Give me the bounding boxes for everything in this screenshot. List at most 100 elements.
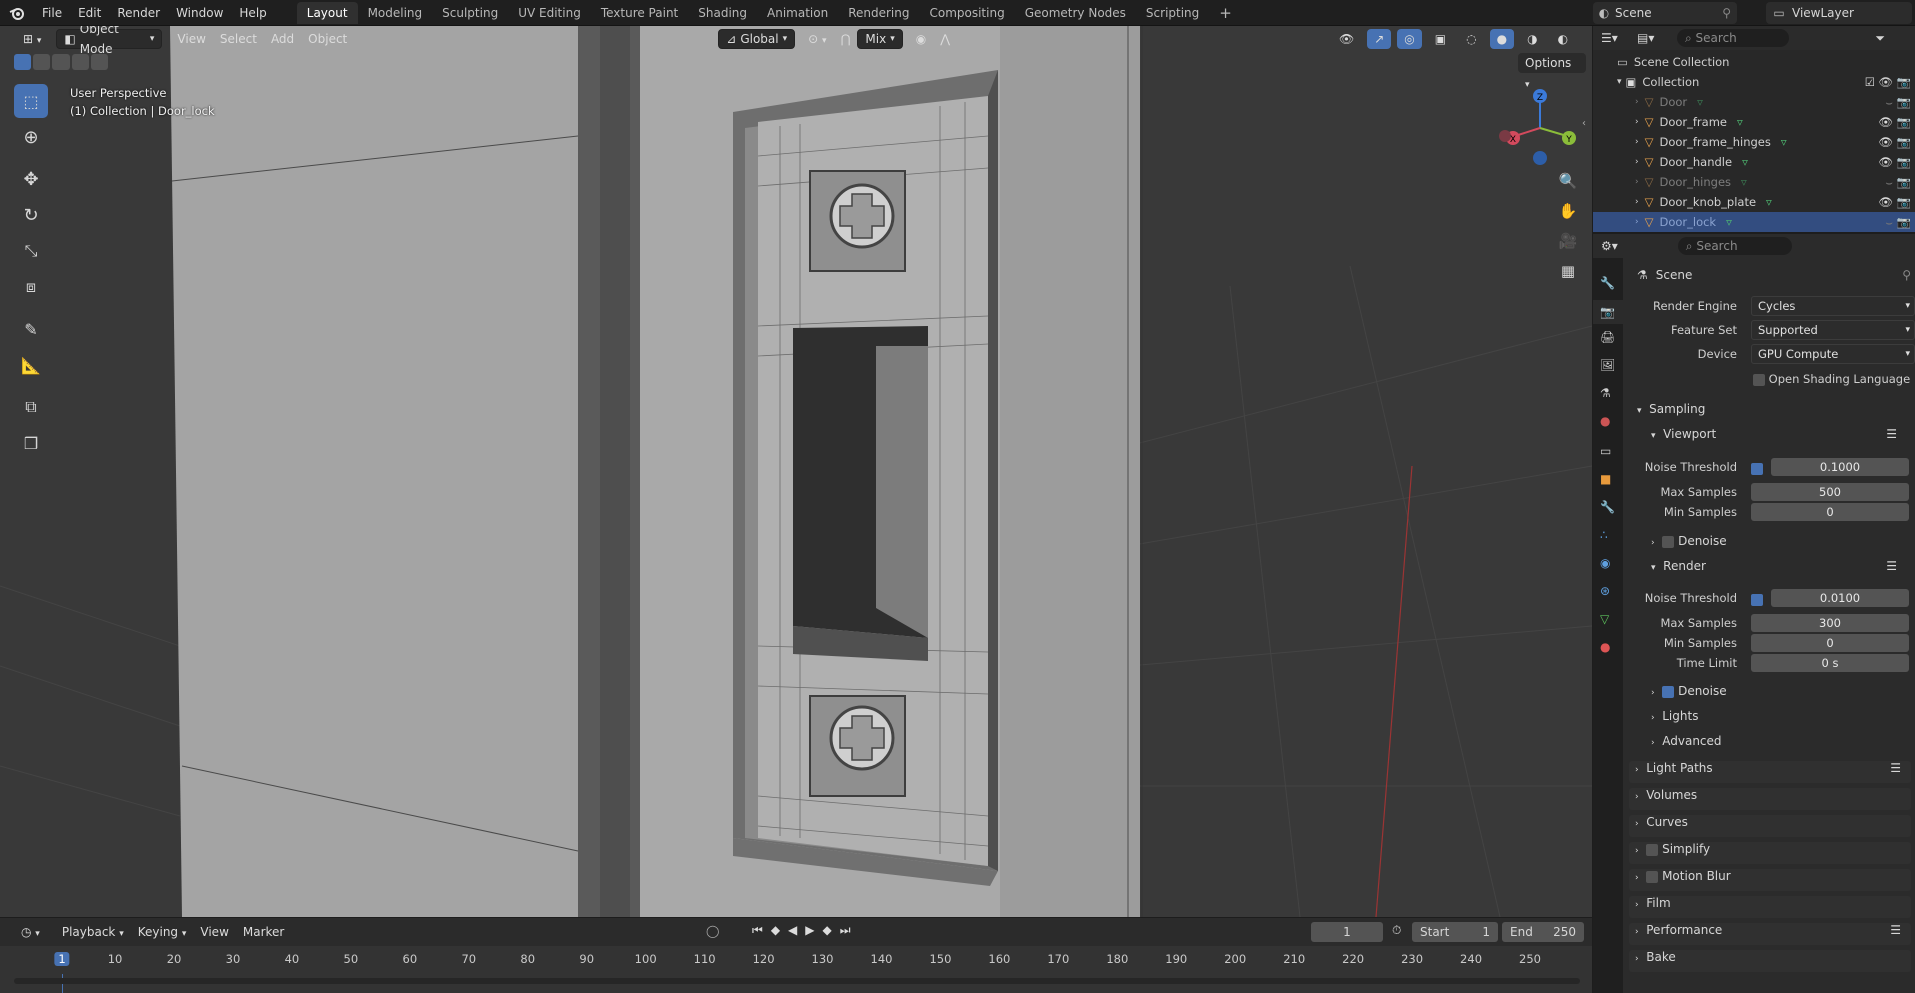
pin-icon[interactable]: ⚲	[1902, 268, 1911, 282]
timeline-editor-icon[interactable]: ◷ ▾	[14, 922, 47, 942]
render-engine-dropdown[interactable]: Cycles ▾	[1751, 296, 1915, 316]
tab-shading[interactable]: Shading	[688, 2, 757, 24]
tab-scripting[interactable]: Scripting	[1136, 2, 1209, 24]
advanced-subsection[interactable]: › Advanced	[1651, 734, 1907, 756]
eye-icon[interactable]: 👁	[1878, 135, 1893, 149]
jump-start-icon[interactable]: ⏮	[752, 923, 763, 938]
display-mode-icon[interactable]: ▤▾	[1637, 31, 1663, 45]
pan-button[interactable]: ✋	[1555, 198, 1581, 224]
expand-icon[interactable]: ›	[1635, 177, 1639, 187]
eye-closed-icon[interactable]: ⌣	[1885, 95, 1893, 110]
volumes-section[interactable]: › Volumes	[1629, 788, 1911, 810]
prev-keyframe-icon[interactable]: ◆	[771, 923, 780, 938]
render-subsection[interactable]: ▾ Render ☰	[1651, 559, 1907, 581]
play-reverse-icon[interactable]: ◀	[788, 923, 797, 938]
lights-subsection[interactable]: › Lights	[1651, 709, 1907, 731]
tab-compositing[interactable]: Compositing	[919, 2, 1014, 24]
simplify-section[interactable]: › Simplify	[1629, 842, 1911, 864]
tab-uv-editing[interactable]: UV Editing	[508, 2, 591, 24]
add-object-tool[interactable]: ❒	[14, 426, 48, 460]
select-intersect-icon[interactable]	[90, 54, 109, 70]
viewport-scene[interactable]	[0, 26, 1592, 917]
material-shading-button[interactable]: ◑	[1520, 29, 1544, 49]
tab-modeling[interactable]: Modeling	[358, 2, 433, 24]
vp-noise-threshold-checkbox[interactable]	[1751, 461, 1763, 475]
expand-icon[interactable]: ›	[1635, 97, 1639, 107]
camera-render-icon[interactable]: 📷	[1897, 175, 1911, 189]
camera-render-icon[interactable]: 📷	[1897, 115, 1911, 129]
bake-section[interactable]: › Bake	[1629, 950, 1911, 972]
menu-render[interactable]: Render	[109, 0, 168, 26]
ortho-toggle-button[interactable]: ▦	[1555, 258, 1581, 284]
camera-render-icon[interactable]: 📷	[1897, 95, 1911, 109]
wireframe-shading-button[interactable]: ◌	[1459, 29, 1483, 49]
eye-icon[interactable]: 👁	[1878, 115, 1893, 129]
end-frame-field[interactable]: End 250	[1502, 922, 1584, 942]
menu-select[interactable]: Select	[213, 29, 264, 49]
mode-dropdown[interactable]: ◧ Object Mode ▾	[56, 26, 163, 56]
menu-object[interactable]: Object	[301, 29, 354, 49]
light-paths-section[interactable]: › Light Paths ☰	[1629, 761, 1911, 783]
camera-view-button[interactable]: 🎥	[1555, 228, 1581, 254]
gizmo-toggle[interactable]: ↗	[1367, 29, 1392, 49]
add-workspace-button[interactable]: +	[1209, 2, 1242, 24]
film-section[interactable]: › Film	[1629, 896, 1911, 918]
viewport-subsection[interactable]: ▾ Viewport ☰	[1651, 427, 1907, 449]
eye-icon[interactable]: 👁	[1878, 75, 1893, 89]
next-keyframe-icon[interactable]: ◆	[823, 923, 832, 938]
tab-geometry-nodes[interactable]: Geometry Nodes	[1015, 2, 1136, 24]
pin-icon[interactable]: ⚲	[1722, 6, 1731, 20]
camera-render-icon[interactable]: 📷	[1897, 75, 1911, 89]
presets-icon[interactable]: ☰	[1886, 559, 1897, 573]
transform-tool[interactable]: ⧈	[14, 270, 48, 304]
outliner-item-door-knob-plate[interactable]: › ▽ Door_knob_plate ▿ 👁 📷	[1593, 192, 1915, 212]
select-invert-icon[interactable]	[71, 54, 89, 70]
menu-help[interactable]: Help	[231, 0, 274, 26]
eye-closed-icon[interactable]: ⌣	[1885, 175, 1893, 190]
solid-shading-button[interactable]: ●	[1489, 29, 1515, 49]
outliner-item-door-handle[interactable]: › ▽ Door_handle ▿ 👁 📷	[1593, 152, 1915, 172]
editor-type-button[interactable]: ⊞ ▾	[16, 29, 48, 49]
time-limit-field[interactable]: 0 s	[1751, 654, 1909, 672]
menu-file[interactable]: File	[34, 0, 70, 26]
cursor-tool[interactable]: ⊕	[14, 120, 48, 154]
menu-playback[interactable]: Playback ▾	[55, 922, 131, 942]
select-box-tool[interactable]: ⬚	[14, 84, 48, 118]
scene-selector[interactable]: ◐ Scene ⚲	[1593, 2, 1737, 24]
auto-keying-icon[interactable]: ◯	[706, 924, 719, 938]
tab-rendering[interactable]: Rendering	[838, 2, 919, 24]
blender-logo-icon[interactable]	[0, 0, 34, 26]
eye-icon[interactable]: 👁	[1878, 195, 1893, 209]
tab-layout[interactable]: Layout	[296, 1, 358, 24]
outliner-item-door-hinges[interactable]: › ▽ Door_hinges ▿ ⌣ 📷	[1593, 172, 1915, 192]
rotate-tool[interactable]: ↻	[14, 198, 48, 232]
r-min-samples-field[interactable]: 0	[1751, 634, 1909, 652]
timeline-track[interactable]: 1 10 20 30 40 50 60 70 80 90 100 110 120 130 140 150 160…	[0, 946, 1592, 993]
transform-orientation-dropdown[interactable]: ⊿ Global ▾	[718, 29, 796, 49]
select-subtract-icon[interactable]	[52, 54, 70, 70]
stopwatch-icon[interactable]: ⏱	[1392, 923, 1401, 938]
presets-icon[interactable]: ☰	[1890, 923, 1901, 937]
outliner-item-door-frame-hinges[interactable]: › ▽ Door_frame_hinges ▿ 👁 📷	[1593, 132, 1915, 152]
tool-tab-icon[interactable]: 🔧	[1600, 276, 1615, 290]
xray-toggle[interactable]: ▣	[1428, 29, 1453, 49]
move-tool[interactable]: ✥	[14, 162, 48, 196]
proportional-falloff-dropdown[interactable]: ⋀	[933, 29, 957, 49]
particles-tab-icon[interactable]: ∴	[1600, 528, 1608, 542]
eye-icon[interactable]: 👁	[1878, 155, 1893, 169]
presets-icon[interactable]: ☰	[1890, 761, 1901, 775]
menu-add[interactable]: Add	[264, 29, 301, 49]
r-max-samples-field[interactable]: 300	[1751, 614, 1909, 632]
motion-blur-section[interactable]: › Motion Blur	[1629, 869, 1911, 891]
add-cube-tool[interactable]: ⧉	[14, 390, 48, 424]
presets-icon[interactable]: ☰	[1886, 427, 1897, 441]
physics-tab-icon[interactable]: ◉	[1600, 556, 1610, 570]
expand-icon[interactable]: ›	[1635, 117, 1639, 127]
viewlayer-selector[interactable]: ▭ ViewLayer	[1766, 2, 1912, 24]
play-icon[interactable]: ▶	[805, 923, 814, 938]
world-tab-icon[interactable]: ●	[1600, 414, 1610, 428]
expand-icon[interactable]: ›	[1635, 217, 1639, 227]
snap-toggle[interactable]: ⋂	[834, 29, 858, 49]
3d-viewport[interactable]: ⊞ ▾ ◧ Object Mode ▾ View Select Add Obje…	[0, 26, 1592, 917]
menu-edit[interactable]: Edit	[70, 0, 109, 26]
